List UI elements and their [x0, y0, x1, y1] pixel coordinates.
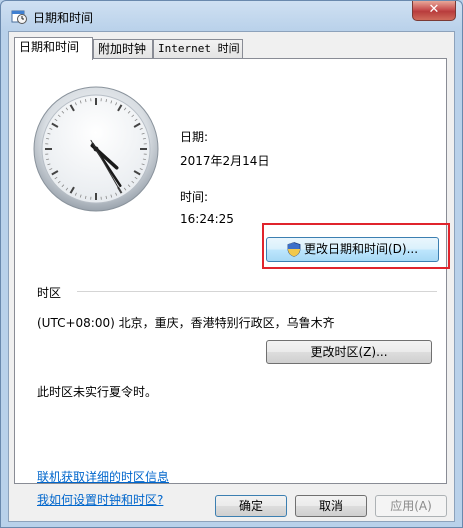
change-timezone-label: 更改时区(Z)... — [310, 345, 388, 359]
tab-additional-clocks-label: 附加时钟 — [98, 42, 147, 56]
tab-internet-time-label: Internet 时间 — [158, 42, 240, 55]
ok-label: 确定 — [238, 499, 263, 513]
time-value: 16:24:25 — [180, 212, 234, 226]
timezone-value: (UTC+08:00) 北京，重庆，香港特别行政区，乌鲁木齐 — [37, 316, 335, 330]
date-time-icon — [11, 10, 27, 24]
ok-button[interactable]: 确定 — [215, 495, 287, 517]
cancel-label: 取消 — [318, 499, 343, 513]
tab-panel: 日期: 2017年2月14日 时间: 16:24:25 更改日期和时间(D)..… — [14, 58, 450, 507]
change-date-time-button[interactable]: 更改日期和时间(D)... — [266, 237, 439, 262]
dialog-body: 日期和时间 附加时钟 Internet 时间 日期: 2017年2月14日 时间… — [8, 31, 455, 522]
date-value: 2017年2月14日 — [180, 154, 270, 168]
tab-date-time-label: 日期和时间 — [19, 40, 80, 54]
date-label: 日期: — [180, 130, 209, 144]
apply-button[interactable]: 应用(A) — [375, 495, 447, 517]
timezone-section-label: 时区 — [37, 286, 62, 300]
tab-additional-clocks[interactable]: 附加时钟 — [93, 39, 153, 59]
window-title: 日期和时间 — [33, 11, 94, 25]
tab-internet-time[interactable]: Internet 时间 — [153, 39, 243, 59]
time-label: 时间: — [180, 190, 209, 204]
change-timezone-button[interactable]: 更改时区(Z)... — [266, 340, 432, 364]
change-date-time-label: 更改日期和时间(D)... — [303, 242, 419, 256]
cancel-button[interactable]: 取消 — [295, 495, 367, 517]
title-bar[interactable]: 日期和时间 ✕ — [1, 1, 462, 31]
dst-note: 此时区未实行夏令时。 — [37, 385, 158, 399]
tab-date-time[interactable]: 日期和时间 — [14, 37, 93, 60]
date-time-dialog: 日期和时间 ✕ 日期和时间 附加时钟 Internet 时间 日期: 2017年… — [0, 0, 463, 528]
how-to-set-clock-link[interactable]: 我如何设置时钟和时区? — [37, 491, 163, 508]
apply-label: 应用(A) — [390, 499, 432, 513]
online-timezone-info-link[interactable]: 联机获取详细的时区信息 — [37, 468, 169, 485]
close-icon: ✕ — [428, 2, 440, 17]
close-button[interactable]: ✕ — [412, 1, 456, 21]
timezone-divider — [77, 291, 437, 292]
analog-clock — [33, 86, 159, 212]
uac-shield-icon — [287, 242, 301, 257]
